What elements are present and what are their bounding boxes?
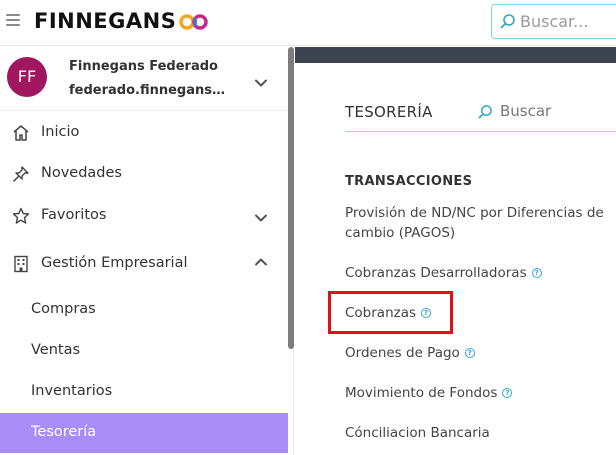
building-icon (14, 255, 28, 273)
link-ordenes-de-pago[interactable]: Ordenes de Pago? (345, 343, 475, 363)
global-search-input[interactable]: Buscar... (491, 4, 616, 39)
section-title: TRANSACCIONES (345, 174, 473, 189)
help-icon[interactable]: ? (531, 268, 542, 278)
sidebar-item-label: Novedades (41, 165, 122, 181)
star-icon (12, 207, 30, 224)
user-email: federado.finnegans@finnegans.com.ar (69, 83, 237, 98)
avatar: FF (7, 57, 47, 97)
link-label: Cobranzas Desarrolladoras (345, 265, 527, 281)
module-search-input[interactable]: Buscar (500, 102, 551, 120)
link-provision-nd-nc[interactable]: Provisión de ND/NC por Diferencias de ca… (345, 203, 610, 243)
sidebar-subitem-label: Inventarios (31, 383, 113, 399)
sidebar-subitem-label: Ventas (31, 342, 81, 358)
sidebar-subitem-tesoreria[interactable]: Tesorería (0, 413, 288, 453)
link-label: Ordenes de Pago (345, 345, 460, 361)
sidebar-subitem-compras[interactable]: Compras (0, 290, 288, 330)
highlight-box (328, 291, 453, 334)
chevron-up-icon[interactable] (254, 255, 268, 269)
link-label: Movimiento de Fondos (345, 385, 498, 401)
app-logo[interactable]: FINNEGANS (34, 9, 176, 33)
home-icon (13, 125, 29, 141)
page-title: TESORERÍA (345, 103, 433, 121)
sidebar-item-gestion-empresarial[interactable]: Gestión Empresarial (0, 244, 288, 284)
search-underline (345, 131, 616, 132)
sidebar-item-favoritos[interactable]: Favoritos (0, 196, 288, 236)
sidebar: FF Finnegans Federado federado.finnegans… (0, 47, 294, 455)
sidebar-subitem-inventarios[interactable]: Inventarios (0, 372, 288, 412)
link-cobranzas-desarrolladoras[interactable]: Cobranzas Desarrolladoras? (345, 263, 542, 283)
help-icon[interactable]: ? (464, 348, 475, 358)
chevron-down-icon[interactable] (254, 211, 268, 225)
sidebar-scrollbar[interactable] (288, 47, 294, 349)
sidebar-item-inicio[interactable]: Inicio (0, 113, 288, 153)
sidebar-item-novedades[interactable]: Novedades (0, 154, 288, 194)
top-bar: FINNEGANS Buscar... (0, 0, 616, 46)
help-icon[interactable]: ? (502, 388, 513, 398)
pin-icon (13, 166, 29, 182)
main-header-band (295, 47, 616, 63)
chevron-down-icon[interactable] (254, 76, 268, 90)
user-name: Finnegans Federado (69, 59, 218, 74)
search-icon (478, 105, 492, 119)
sidebar-item-label: Inicio (41, 124, 80, 140)
menu-icon[interactable] (6, 14, 20, 28)
logo-mark-icon (179, 14, 208, 30)
search-icon (500, 14, 515, 29)
sidebar-subitem-label: Tesorería (31, 424, 97, 440)
link-label: Cónciliacion Bancaria (345, 425, 490, 441)
global-search-placeholder: Buscar... (520, 12, 589, 31)
sidebar-item-label: Favoritos (41, 207, 107, 223)
sidebar-subitem-ventas[interactable]: Ventas (0, 331, 288, 371)
user-profile[interactable]: FF Finnegans Federado federado.finnegans… (0, 47, 288, 111)
sidebar-subitem-label: Compras (31, 301, 96, 317)
link-conciliacion-bancaria[interactable]: Cónciliacion Bancaria (345, 423, 490, 443)
link-label: Provisión de ND/NC por Diferencias de ca… (345, 205, 604, 241)
sidebar-item-label: Gestión Empresarial (41, 255, 188, 271)
link-movimiento-de-fondos[interactable]: Movimiento de Fondos? (345, 383, 513, 403)
